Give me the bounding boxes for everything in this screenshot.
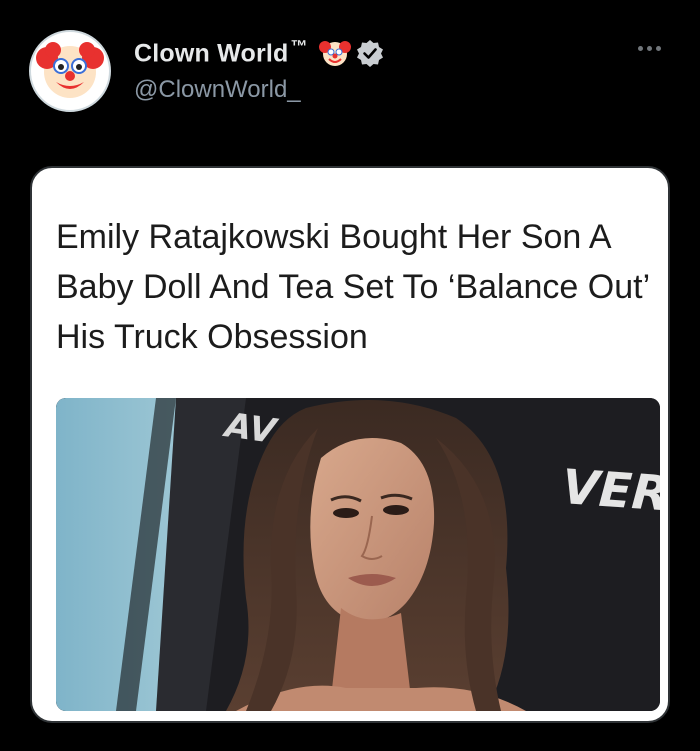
more-options-icon[interactable] [638,38,670,54]
profile-avatar[interactable] [29,30,111,112]
backdrop-text-right: VER [560,459,660,522]
author-name-row[interactable]: Clown World ™ [134,36,385,70]
display-name[interactable]: Clown World ™ [134,37,308,68]
clown-face-icon [318,41,351,66]
trademark-symbol: ™ [290,37,308,57]
article-headline: Emily Ratajkowski Bought Her Son A Baby … [56,218,649,356]
article-photo[interactable]: AV VER [56,398,660,711]
clown-avatar-icon [36,42,104,98]
media-card[interactable]: Emily Ratajkowski Bought Her Son A Baby … [30,166,670,723]
author-handle[interactable]: @ClownWorld_ [134,76,301,104]
verified-badge-icon [356,40,383,67]
